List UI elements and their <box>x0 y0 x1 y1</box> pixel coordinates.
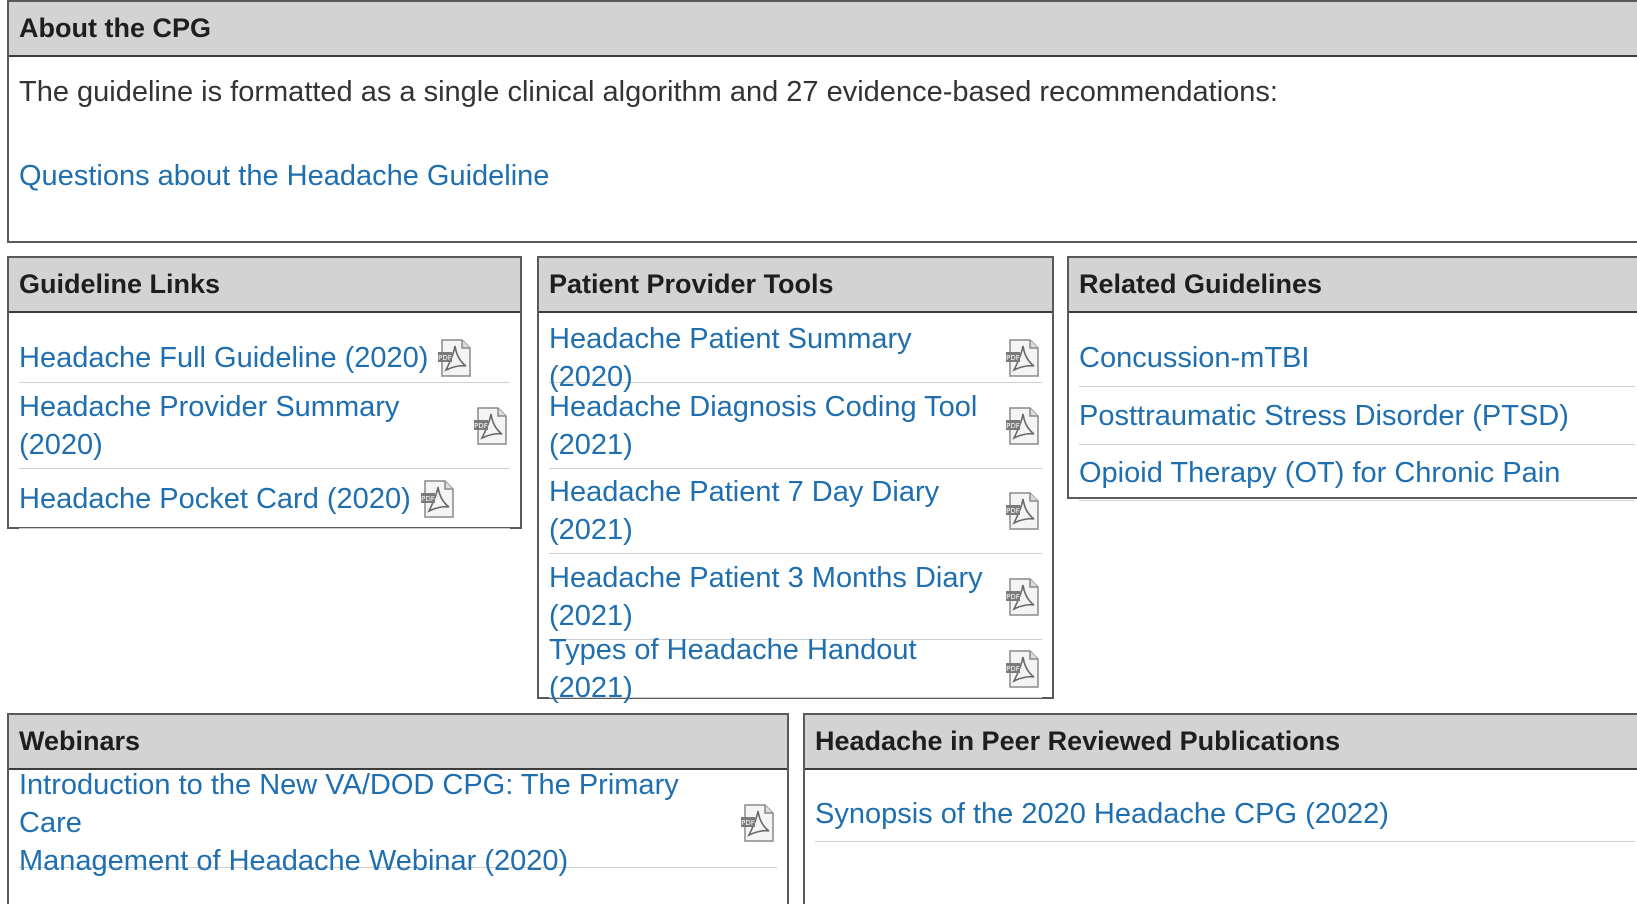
headache-pocket-card-link[interactable]: Headache Pocket Card (2020) <box>19 480 411 518</box>
about-cpg-panel: About the CPG The guideline is formatted… <box>7 0 1637 243</box>
pdf-icon[interactable] <box>1004 649 1042 689</box>
link-line: (2020) <box>19 428 103 461</box>
guideline-links-title: Guideline Links <box>19 269 221 299</box>
list-item[interactable]: Types of Headache Handout (2021) <box>549 634 1042 704</box>
pdf-icon[interactable] <box>1004 577 1042 617</box>
pdf-icon[interactable] <box>436 338 474 378</box>
webinars-header: Webinars <box>9 715 787 770</box>
link-line: (2021) <box>549 514 633 546</box>
opioid-therapy-link[interactable]: Opioid Therapy (OT) for Chronic Pain <box>1079 454 1560 492</box>
types-of-headache-handout-link[interactable]: Types of Headache Handout (2021) <box>549 631 996 707</box>
list-item[interactable]: Posttraumatic Stress Disorder (PTSD) <box>1079 387 1635 445</box>
about-cpg-header: About the CPG <box>9 2 1637 57</box>
link-line: Headache Patient 7 Day Diary <box>549 476 940 508</box>
headache-patient-7-day-diary-link[interactable]: Headache Patient 7 Day Diary (2021) <box>549 473 939 549</box>
link-line: (2021) <box>549 428 633 461</box>
peer-reviewed-publications-header: Headache in Peer Reviewed Publications <box>805 715 1637 770</box>
guideline-links-header: Guideline Links <box>9 258 520 313</box>
questions-headache-guideline-link[interactable]: Questions about the Headache Guideline <box>19 157 549 195</box>
list-item[interactable]: Concussion-mTBI <box>1079 329 1635 387</box>
synopsis-headache-cpg-link[interactable]: Synopsis of the 2020 Headache CPG (2022) <box>815 795 1389 833</box>
link-line: Headache Provider Summary <box>19 390 400 423</box>
about-cpg-title: About the CPG <box>19 13 211 43</box>
va-dod-cpg-webinar-link[interactable]: Introduction to the New VA/DOD CPG: The … <box>19 766 739 880</box>
link-line: Headache Diagnosis Coding Tool <box>549 390 978 423</box>
link-line: Management of Headache Webinar (2020) <box>19 844 569 877</box>
list-item[interactable]: Headache Provider Summary (2020) <box>19 383 510 469</box>
list-item[interactable]: Synopsis of the 2020 Headache CPG (2022) <box>815 786 1635 842</box>
pdf-icon[interactable] <box>1004 406 1042 446</box>
list-item[interactable]: Headache Patient 7 Day Diary (2021) <box>549 469 1042 554</box>
concussion-mtbi-link[interactable]: Concussion-mTBI <box>1079 339 1309 377</box>
pdf-icon[interactable] <box>1004 338 1042 378</box>
headache-patient-3-months-diary-link[interactable]: Headache Patient 3 Months Diary (2021) <box>549 559 983 635</box>
related-guidelines-panel: Related Guidelines Concussion-mTBI Postt… <box>1067 256 1637 501</box>
patient-provider-tools-header: Patient Provider Tools <box>539 258 1052 313</box>
list-item[interactable]: Headache Pocket Card (2020) <box>19 469 510 529</box>
webinars-panel: Webinars Introduction to the New VA/DOD … <box>7 713 789 904</box>
link-line: (2021) <box>549 599 633 632</box>
pdf-icon[interactable] <box>419 479 457 519</box>
about-cpg-intro: The guideline is formatted as a single c… <box>19 76 1278 108</box>
peer-reviewed-publications-panel: Headache in Peer Reviewed Publications S… <box>803 713 1637 904</box>
patient-provider-tools-title: Patient Provider Tools <box>549 269 834 299</box>
headache-full-guideline-link[interactable]: Headache Full Guideline (2020) <box>19 339 428 377</box>
related-guidelines-title: Related Guidelines <box>1079 269 1323 299</box>
headache-provider-summary-link[interactable]: Headache Provider Summary (2020) <box>19 388 399 464</box>
pdf-icon[interactable] <box>472 406 510 446</box>
pdf-icon[interactable] <box>1004 491 1042 531</box>
list-item[interactable]: Headache Patient 3 Months Diary (2021) <box>549 554 1042 640</box>
pdf-icon[interactable] <box>739 803 777 843</box>
peer-reviewed-publications-title: Headache in Peer Reviewed Publications <box>815 726 1341 756</box>
related-guidelines-header: Related Guidelines <box>1069 258 1637 313</box>
webinars-title: Webinars <box>19 726 141 756</box>
headache-diagnosis-coding-tool-link[interactable]: Headache Diagnosis Coding Tool (2021) <box>549 388 977 464</box>
patient-provider-tools-panel: Patient Provider Tools Headache Patient … <box>537 256 1054 704</box>
list-item[interactable]: Opioid Therapy (OT) for Chronic Pain <box>1079 445 1635 501</box>
link-line: Introduction to the New VA/DOD CPG: The … <box>19 768 679 839</box>
link-line: Headache Patient 3 Months Diary <box>549 561 983 594</box>
list-item[interactable]: Headache Patient Summary (2020) <box>549 323 1042 393</box>
list-item[interactable]: Headache Diagnosis Coding Tool (2021) <box>549 383 1042 469</box>
guideline-links-panel: Guideline Links Headache Full Guideline … <box>7 256 522 529</box>
list-item[interactable]: Introduction to the New VA/DOD CPG: The … <box>19 769 777 877</box>
ptsd-guideline-link[interactable]: Posttraumatic Stress Disorder (PTSD) <box>1079 397 1569 435</box>
list-item[interactable]: Headache Full Guideline (2020) <box>19 333 510 383</box>
